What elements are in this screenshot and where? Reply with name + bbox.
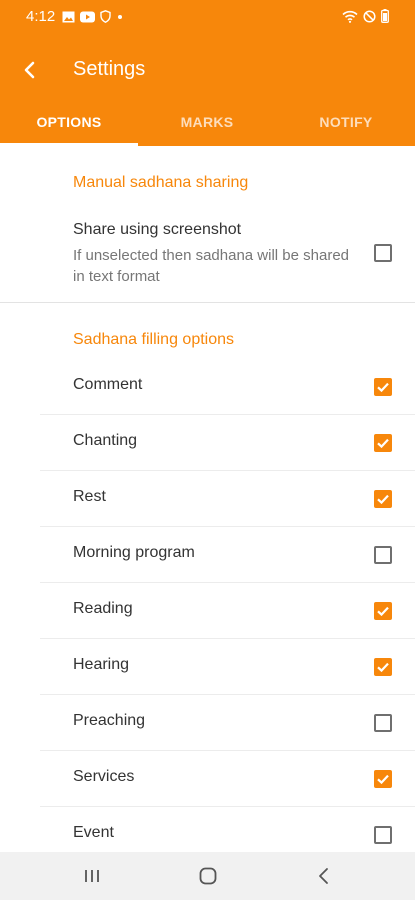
- option-label: Morning program: [73, 544, 195, 561]
- tab-bar: OPTIONS MARKS NOTIFY: [0, 100, 415, 146]
- option-label: Reading: [73, 600, 133, 617]
- option-row-comment[interactable]: Comment: [40, 359, 415, 415]
- section-divider: [0, 302, 415, 303]
- dot-icon: [118, 14, 122, 19]
- status-bar: 4:12: [0, 0, 415, 34]
- youtube-icon: [80, 11, 95, 22]
- option-row-morning-program[interactable]: Morning program: [40, 527, 415, 583]
- option-checkbox[interactable]: [374, 770, 392, 788]
- share-screenshot-title: Share using screenshot: [73, 221, 242, 238]
- option-label: Hearing: [73, 656, 130, 673]
- status-right-icons: [342, 9, 389, 23]
- option-row-services[interactable]: Services: [40, 751, 415, 807]
- check-icon: [377, 382, 389, 393]
- share-screenshot-checkbox[interactable]: [374, 244, 392, 262]
- option-row-preaching[interactable]: Preaching: [40, 695, 415, 751]
- option-checkbox[interactable]: [374, 546, 392, 564]
- system-nav-bar: [0, 852, 415, 900]
- recents-icon[interactable]: [80, 864, 104, 888]
- section-header-filling-options: Sadhana filling options: [73, 331, 235, 348]
- status-time: 4:12: [26, 8, 56, 25]
- option-row-hearing[interactable]: Hearing: [40, 639, 415, 695]
- back-icon[interactable]: [312, 864, 336, 888]
- do-not-disturb-icon: [363, 9, 376, 23]
- option-row-reading[interactable]: Reading: [40, 583, 415, 639]
- back-arrow-icon[interactable]: [16, 56, 44, 84]
- option-label: Rest: [73, 488, 106, 505]
- option-checkbox[interactable]: [374, 490, 392, 508]
- check-icon: [377, 774, 389, 785]
- check-icon: [377, 438, 389, 449]
- option-label: Preaching: [73, 712, 146, 729]
- tab-notify[interactable]: NOTIFY: [277, 100, 415, 146]
- tab-indicator: [0, 143, 138, 146]
- status-left-icons: [62, 10, 124, 23]
- option-checkbox[interactable]: [374, 826, 392, 844]
- option-label: Services: [73, 768, 135, 785]
- option-label: Comment: [73, 376, 143, 393]
- check-icon: [377, 606, 389, 617]
- option-label: Event: [73, 824, 114, 841]
- tab-options[interactable]: OPTIONS: [0, 100, 138, 146]
- check-icon: [377, 662, 389, 673]
- option-label: Chanting: [73, 432, 138, 449]
- option-checkbox[interactable]: [374, 658, 392, 676]
- section-header-manual-sharing: Manual sadhana sharing: [73, 174, 249, 191]
- option-checkbox[interactable]: [374, 602, 392, 620]
- app-bar: 4:12 Settings OPTIONS MARKS NOTIFY: [0, 0, 415, 146]
- option-checkbox[interactable]: [374, 714, 392, 732]
- wifi-icon: [342, 10, 358, 23]
- share-screenshot-subtitle: If unselected then sadhana will be share…: [73, 247, 350, 285]
- check-icon: [377, 494, 389, 505]
- home-icon[interactable]: [196, 864, 220, 888]
- shield-icon: [100, 10, 111, 23]
- gallery-icon: [62, 11, 75, 22]
- option-row-chanting[interactable]: Chanting: [40, 415, 415, 471]
- share-screenshot-row[interactable]: Share using screenshot If unselected the…: [40, 205, 415, 301]
- option-checkbox[interactable]: [374, 434, 392, 452]
- option-row-rest[interactable]: Rest: [40, 471, 415, 527]
- page-title: Settings: [73, 58, 146, 80]
- tab-marks[interactable]: MARKS: [138, 100, 276, 146]
- battery-icon: [381, 9, 389, 23]
- option-checkbox[interactable]: [374, 378, 392, 396]
